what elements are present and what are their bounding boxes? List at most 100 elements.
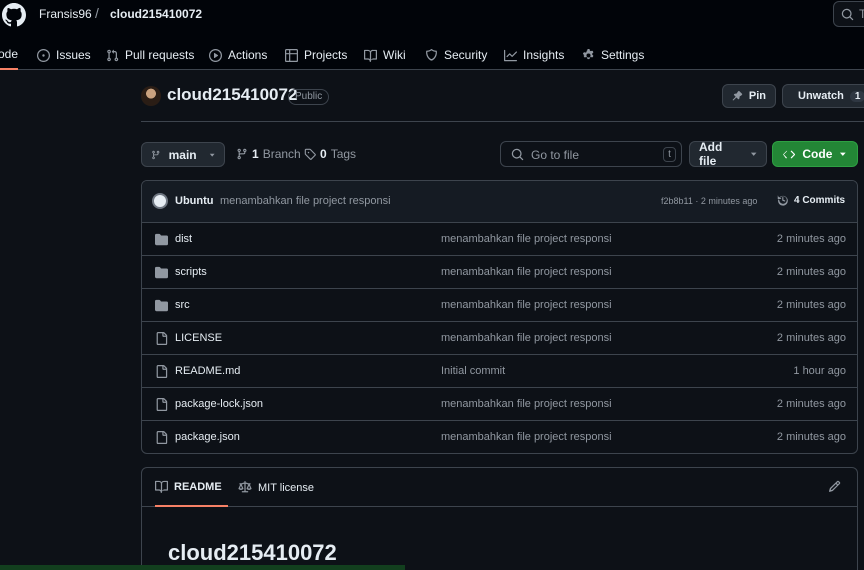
table-row[interactable]: LICENSE menambahkan file project respons…: [142, 322, 857, 355]
table-row[interactable]: src menambahkan file project responsi 2 …: [142, 289, 857, 322]
readme-panel: README MIT license cloud215410072: [141, 467, 858, 570]
shield-icon: [426, 48, 437, 61]
file-commit-message[interactable]: menambahkan file project responsi: [441, 299, 612, 311]
global-search-placeholder: T: [859, 7, 864, 21]
visibility-badge: Public: [288, 89, 330, 105]
file-name[interactable]: README.md: [175, 365, 240, 377]
branches-link[interactable]: 1 Branch: [236, 147, 301, 161]
tab-insights-label: Insights: [523, 48, 565, 62]
tab-issues[interactable]: Issues: [37, 40, 91, 70]
commit-author-avatar[interactable]: [152, 193, 168, 209]
file-commit-message[interactable]: menambahkan file project responsi: [441, 431, 612, 443]
tab-wiki[interactable]: Wiki: [364, 40, 406, 70]
branches-label: Branch: [262, 147, 301, 161]
tab-pull-requests[interactable]: Pull requests: [106, 40, 194, 70]
add-file-label: Add file: [699, 140, 723, 168]
file-commit-time: 2 minutes ago: [776, 299, 846, 311]
file-browser: Ubuntu menambahkan file project responsi…: [141, 180, 858, 454]
tag-icon: [304, 148, 316, 160]
file-commit-time: 2 minutes ago: [776, 233, 846, 245]
tags-link[interactable]: 0 Tags: [304, 147, 356, 161]
graph-icon: [504, 49, 517, 61]
history-icon: [777, 195, 788, 206]
tab-code[interactable]: ode: [0, 40, 19, 70]
file-name[interactable]: package-lock.json: [175, 398, 263, 410]
commit-hash-time[interactable]: f2b8b11 · 2 minutes ago: [661, 196, 757, 206]
file-name[interactable]: LICENSE: [175, 332, 222, 344]
github-logo-icon[interactable]: [2, 3, 26, 27]
go-to-file-input[interactable]: Go to file t: [500, 141, 682, 167]
repo-title[interactable]: cloud215410072: [167, 85, 297, 105]
tab-security[interactable]: Security: [425, 40, 487, 70]
commits-history-link[interactable]: 4 Commits: [777, 194, 845, 206]
file-name[interactable]: dist: [175, 233, 192, 245]
tab-readme-label: README: [174, 480, 222, 493]
pencil-icon[interactable]: [828, 480, 841, 493]
issue-opened-icon: [37, 48, 50, 62]
file-commit-message[interactable]: menambahkan file project responsi: [441, 266, 612, 278]
tab-security-label: Security: [444, 48, 488, 62]
breadcrumb-repo[interactable]: cloud215410072: [110, 7, 202, 21]
unwatch-button[interactable]: Unwatch 1: [782, 84, 864, 108]
tab-settings-label: Settings: [601, 48, 645, 62]
table-row[interactable]: package-lock.json menambahkan file proje…: [142, 388, 857, 421]
triangle-down-icon: [209, 153, 215, 157]
tags-label: Tags: [330, 147, 357, 161]
file-name[interactable]: scripts: [175, 266, 207, 278]
tab-insights[interactable]: Insights: [504, 40, 564, 70]
code-button[interactable]: Code: [772, 141, 858, 167]
tab-license-label: MIT license: [258, 481, 315, 494]
file-commit-message[interactable]: menambahkan file project responsi: [441, 233, 612, 245]
tab-projects-label: Projects: [304, 48, 348, 62]
repo-nav: ode Issues Pull requests Actions Project…: [0, 40, 864, 70]
folder-icon: [155, 266, 168, 279]
add-file-button[interactable]: Add file: [689, 140, 767, 168]
tab-actions[interactable]: Actions: [209, 40, 267, 70]
code-button-label: Code: [802, 147, 833, 161]
commit-message[interactable]: menambahkan file project responsi: [220, 195, 391, 207]
global-search-input[interactable]: T: [833, 1, 864, 27]
code-icon: [783, 150, 796, 158]
book-icon: [155, 480, 168, 493]
file-commit-time: 2 minutes ago: [776, 431, 846, 443]
file-commit-time: 2 minutes ago: [776, 266, 846, 278]
readme-heading: cloud215410072: [168, 540, 337, 565]
file-commit-time: 1 hour ago: [793, 365, 846, 377]
triangle-down-icon: [750, 152, 757, 156]
breadcrumb-owner[interactable]: Fransis96: [39, 7, 92, 21]
git-pull-request-icon: [107, 49, 119, 61]
file-name[interactable]: src: [175, 299, 190, 311]
file-icon: [156, 365, 168, 378]
table-row[interactable]: scripts menambahkan file project respons…: [142, 256, 857, 289]
top-header: Fransis96 / cloud215410072 T ode Issues …: [0, 0, 864, 70]
book-icon: [364, 49, 377, 62]
breadcrumb-separator: /: [95, 5, 99, 21]
play-icon: [209, 48, 222, 62]
tab-readme[interactable]: README: [155, 468, 228, 507]
tab-wiki-label: Wiki: [383, 48, 406, 62]
table-row[interactable]: package.json menambahkan file project re…: [142, 421, 857, 453]
pin-button[interactable]: Pin: [722, 84, 776, 108]
owner-avatar[interactable]: [141, 86, 161, 106]
file-icon: [156, 431, 168, 444]
commit-author[interactable]: Ubuntu: [175, 195, 213, 207]
tab-license[interactable]: MIT license: [238, 468, 314, 507]
table-row[interactable]: README.md Initial commit 1 hour ago: [142, 355, 857, 388]
law-icon: [238, 481, 252, 493]
tab-settings[interactable]: Settings: [582, 40, 644, 70]
file-commit-message[interactable]: menambahkan file project responsi: [441, 332, 612, 344]
folder-icon: [155, 299, 168, 312]
tab-projects[interactable]: Projects: [285, 40, 347, 70]
folder-icon: [155, 233, 168, 246]
search-icon: [841, 8, 854, 21]
file-name[interactable]: package.json: [175, 431, 240, 443]
file-commit-message[interactable]: Initial commit: [441, 365, 505, 377]
file-commit-message[interactable]: menambahkan file project responsi: [441, 398, 612, 410]
file-icon: [156, 398, 168, 411]
table-row[interactable]: dist menambahkan file project responsi 2…: [142, 223, 857, 256]
git-branch-icon: [152, 150, 160, 159]
branch-selector-button[interactable]: main: [141, 142, 225, 167]
pin-label: Pin: [748, 90, 766, 102]
tab-issues-label: Issues: [56, 48, 91, 62]
tab-pull-requests-label: Pull requests: [125, 48, 195, 62]
